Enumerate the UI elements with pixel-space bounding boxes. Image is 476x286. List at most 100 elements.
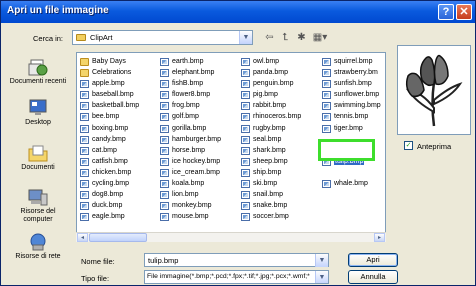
file-item[interactable]: mouse.bmp	[160, 212, 240, 223]
up-folder-icon[interactable]: ⮤	[279, 31, 292, 44]
file-item[interactable]: basketball.bmp	[80, 101, 160, 112]
file-name: snail.bmp	[253, 191, 283, 199]
file-name: earth.bmp	[172, 58, 204, 65]
file-item[interactable]: elephant.bmp	[160, 68, 240, 79]
file-item[interactable]: cat.bmp	[80, 146, 160, 157]
file-item[interactable]: squirrel.bmp	[322, 57, 384, 68]
chevron-down-icon[interactable]: ▼	[315, 254, 328, 267]
cancel-button[interactable]: Annulla	[348, 270, 398, 284]
file-item[interactable]: frog.bmp	[160, 101, 240, 112]
file-item[interactable]: sheep.bmp	[241, 157, 321, 168]
file-item[interactable]: catfish.bmp	[80, 157, 160, 168]
file-item[interactable]: candy.bmp	[80, 135, 160, 146]
bitmap-file-icon	[241, 146, 250, 155]
bitmap-file-icon	[160, 124, 169, 133]
file-item[interactable]: horse.bmp	[160, 146, 240, 157]
close-button[interactable]: ✕	[456, 4, 472, 20]
file-item[interactable]: rabbit.bmp	[241, 101, 321, 112]
file-item[interactable]: koala.bmp	[160, 179, 240, 190]
file-item[interactable]: eagle.bmp	[80, 212, 160, 223]
folder-item[interactable]: Celebrations	[80, 68, 160, 79]
file-name: monkey.bmp	[172, 202, 212, 210]
file-item[interactable]: fishB.bmp	[160, 79, 240, 90]
bitmap-file-icon	[322, 58, 331, 66]
file-item[interactable]: baseball.bmp	[80, 90, 160, 101]
bitmap-file-icon	[80, 146, 89, 155]
file-item[interactable]: owl.bmp	[241, 57, 321, 68]
folder-item[interactable]: Baby Days	[80, 57, 160, 68]
file-name: koala.bmp	[172, 180, 205, 188]
horizontal-scrollbar[interactable]: ◂ ▸	[76, 232, 386, 242]
file-item[interactable]: ice hockey.bmp	[160, 157, 240, 168]
look-in-dropdown[interactable]: ClipArt ▼	[72, 30, 253, 45]
file-item[interactable]: soccer.bmp	[241, 212, 321, 223]
bitmap-file-icon	[160, 168, 169, 177]
chevron-down-icon[interactable]: ▼	[315, 271, 328, 283]
bitmap-file-icon	[241, 102, 250, 111]
file-item[interactable]: chicken.bmp	[80, 168, 160, 179]
place-label: Documenti recenti	[9, 78, 67, 85]
file-item[interactable]: pig.bmp	[241, 90, 321, 101]
new-folder-icon[interactable]: ✱	[295, 31, 308, 44]
file-name: soccer.bmp	[253, 213, 289, 221]
file-item[interactable]: ice_cream.bmp	[160, 168, 240, 179]
file-item[interactable]: rhinoceros.bmp	[241, 112, 321, 123]
file-item[interactable]: flower8.bmp	[160, 90, 240, 101]
scroll-left-icon[interactable]: ◂	[77, 233, 88, 242]
place-desktop[interactable]: Desktop	[5, 99, 71, 127]
file-item[interactable]: whale.bmp	[322, 179, 384, 190]
documents-icon	[28, 145, 48, 162]
file-item[interactable]: gorilla.bmp	[160, 124, 240, 135]
file-name: owl.bmp	[253, 58, 280, 65]
desktop-icon	[29, 99, 47, 115]
image-preview	[397, 45, 471, 135]
look-in-value: ClipArt	[90, 33, 113, 42]
file-item[interactable]: rugby.bmp	[241, 124, 321, 135]
chevron-down-icon[interactable]: ▼	[239, 31, 252, 44]
file-item[interactable]: tiger.bmp	[322, 124, 384, 135]
file-item[interactable]: earth.bmp	[160, 57, 240, 68]
look-in-label: Cerca in:	[33, 34, 64, 43]
file-item[interactable]: seal.bmp	[241, 135, 321, 146]
views-menu-icon[interactable]: ▦▾	[311, 31, 329, 44]
file-item[interactable]: bee.bmp	[80, 112, 160, 123]
file-item[interactable]: penguin.bmp	[241, 79, 321, 90]
file-item[interactable]: snake.bmp	[241, 201, 321, 212]
file-item[interactable]: hamburger.bmp	[160, 135, 240, 146]
computer-icon	[28, 189, 48, 206]
scroll-right-icon[interactable]: ▸	[374, 233, 385, 242]
file-name-input[interactable]: tulip.bmp ▼	[144, 253, 329, 267]
open-button[interactable]: Apri	[348, 253, 398, 267]
file-item[interactable]: panda.bmp	[241, 68, 321, 79]
file-item[interactable]: dog8.bmp	[80, 190, 160, 201]
place-recent-documents[interactable]: Documenti recenti	[5, 58, 71, 86]
file-item[interactable]: shark.bmp	[241, 146, 321, 157]
file-type-select[interactable]: File immagine(*.bmp;*.pcd;*.fpx;*.tif;*.…	[144, 270, 329, 284]
help-button[interactable]: ?	[438, 4, 454, 20]
file-item[interactable]: ski.bmp	[241, 179, 321, 190]
back-icon[interactable]: ⇦	[263, 31, 276, 44]
place-network[interactable]: Risorse di rete	[5, 233, 71, 261]
file-name-label: Nome file:	[81, 257, 115, 266]
file-item[interactable]: lion.bmp	[160, 190, 240, 201]
file-item[interactable]: snail.bmp	[241, 190, 321, 201]
title-bar[interactable]: Apri un file immagine ? ✕	[1, 1, 475, 23]
file-item[interactable]: boxing.bmp	[80, 124, 160, 135]
scroll-thumb[interactable]	[89, 233, 147, 242]
file-item[interactable]: cycling.bmp	[80, 179, 160, 190]
file-name: candy.bmp	[92, 135, 126, 143]
file-item[interactable]: tennis.bmp	[322, 112, 384, 123]
place-documents[interactable]: Documenti	[5, 144, 71, 172]
file-item[interactable]: sunfish.bmp	[322, 79, 384, 90]
preview-checkbox[interactable]: ✓	[404, 141, 413, 150]
place-my-computer[interactable]: Risorse del computer	[5, 188, 71, 224]
file-item[interactable]: duck.bmp	[80, 201, 160, 212]
file-item[interactable]: apple.bmp	[80, 79, 160, 90]
file-item[interactable]: sunflower.bmp	[322, 90, 384, 101]
file-item[interactable]: golf.bmp	[160, 112, 240, 123]
file-item[interactable]: monkey.bmp	[160, 201, 240, 212]
file-item[interactable]: swimming.bmp	[322, 101, 384, 112]
file-item[interactable]: ship.bmp	[241, 168, 321, 179]
file-type-value: File immagine(*.bmp;*.pcd;*.fpx;*.tif;*.…	[147, 273, 310, 280]
file-item[interactable]: strawberry.bm	[322, 68, 384, 79]
